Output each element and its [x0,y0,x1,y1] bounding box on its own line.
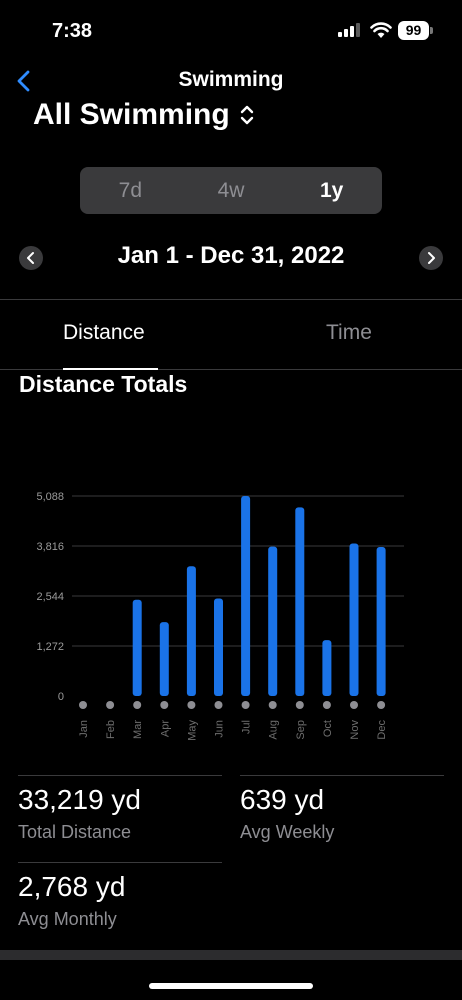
bar-aug [268,546,278,696]
month-label: May [186,720,198,741]
wifi-icon [370,22,392,38]
total-distance-value: 33,219 yd [18,784,141,815]
date-range: Jan 1 - Dec 31, 2022 [117,242,345,269]
avg-weekly-value: 639 yd [240,784,325,815]
bottom-bar [0,950,462,960]
distance-chart: 0 1,272 2,544 3,816 5,088 Jan Feb Mar Apr May Jun J… [36,491,404,741]
month-dot [350,701,358,709]
month-dot [322,701,331,709]
status-time: 7:38 [52,20,93,42]
battery-icon: 99 [398,21,429,40]
month-label: Mar [132,720,144,739]
month-dot [133,701,142,709]
month-dot [295,701,304,709]
divider [0,299,462,300]
bar-sep [295,507,305,696]
month-dot [187,701,196,709]
battery-tip [430,27,433,34]
bar-jul [241,496,251,696]
y-tick-label: 5,088 [36,491,64,503]
avg-weekly-label: Avg Weekly [240,822,335,842]
month-dot [241,701,250,709]
stat-divider [18,775,222,776]
nav-title: Swimming [178,68,284,91]
month-dot [377,701,386,709]
segment-1y[interactable]: 1y [281,167,382,214]
month-dot [79,701,87,709]
month-label: Nov [349,720,361,740]
month-label: Jul [241,720,253,734]
month-label: Sep [295,720,307,740]
bar-mar [132,599,142,696]
month-dot [214,701,223,709]
month-label: Feb [105,720,117,739]
total-distance-label: Total Distance [18,822,132,842]
y-tick-label: 2,544 [36,591,64,603]
tab-distance[interactable]: Distance [63,321,145,345]
segment-7d[interactable]: 7d [80,167,181,214]
y-tick-label: 1,272 [36,641,64,653]
month-label: Aug [268,720,280,740]
section-title: Distance Totals [19,371,188,397]
tab-time[interactable]: Time [326,321,372,345]
next-period-button[interactable] [419,246,443,270]
month-dot [106,701,115,709]
month-label: Apr [159,720,171,737]
active-tab-indicator [63,368,158,370]
segment-4w[interactable]: 4w [181,167,282,214]
avg-monthly-label: Avg Monthly [18,909,117,929]
month-label: Jun [214,720,226,738]
y-tick-label: 0 [58,691,64,703]
workout-type-selector[interactable]: All Swimming [33,98,256,132]
month-label: Jan [78,720,90,738]
home-indicator [149,983,313,989]
y-tick-label: 3,816 [36,541,64,553]
avg-monthly-value: 2,768 yd [18,871,126,902]
bar-oct [322,640,332,696]
chevron-up-down-icon [240,105,253,125]
bar-nov [349,543,359,696]
bar-dec [376,547,386,696]
month-label: Dec [376,720,388,740]
workout-type-label: All Swimming [33,98,230,131]
chevron-right-icon [428,252,435,264]
stat-divider [240,775,444,776]
stat-divider [18,862,222,863]
month-dot [160,701,169,709]
period-segmented-control: 7d 4w 1y [80,167,382,214]
month-label: Oct [322,720,334,737]
month-dot [268,701,277,709]
bar-jun [214,598,223,696]
cellular-signal-icon [338,23,360,37]
bar-may [186,566,196,696]
bar-apr [159,622,169,696]
